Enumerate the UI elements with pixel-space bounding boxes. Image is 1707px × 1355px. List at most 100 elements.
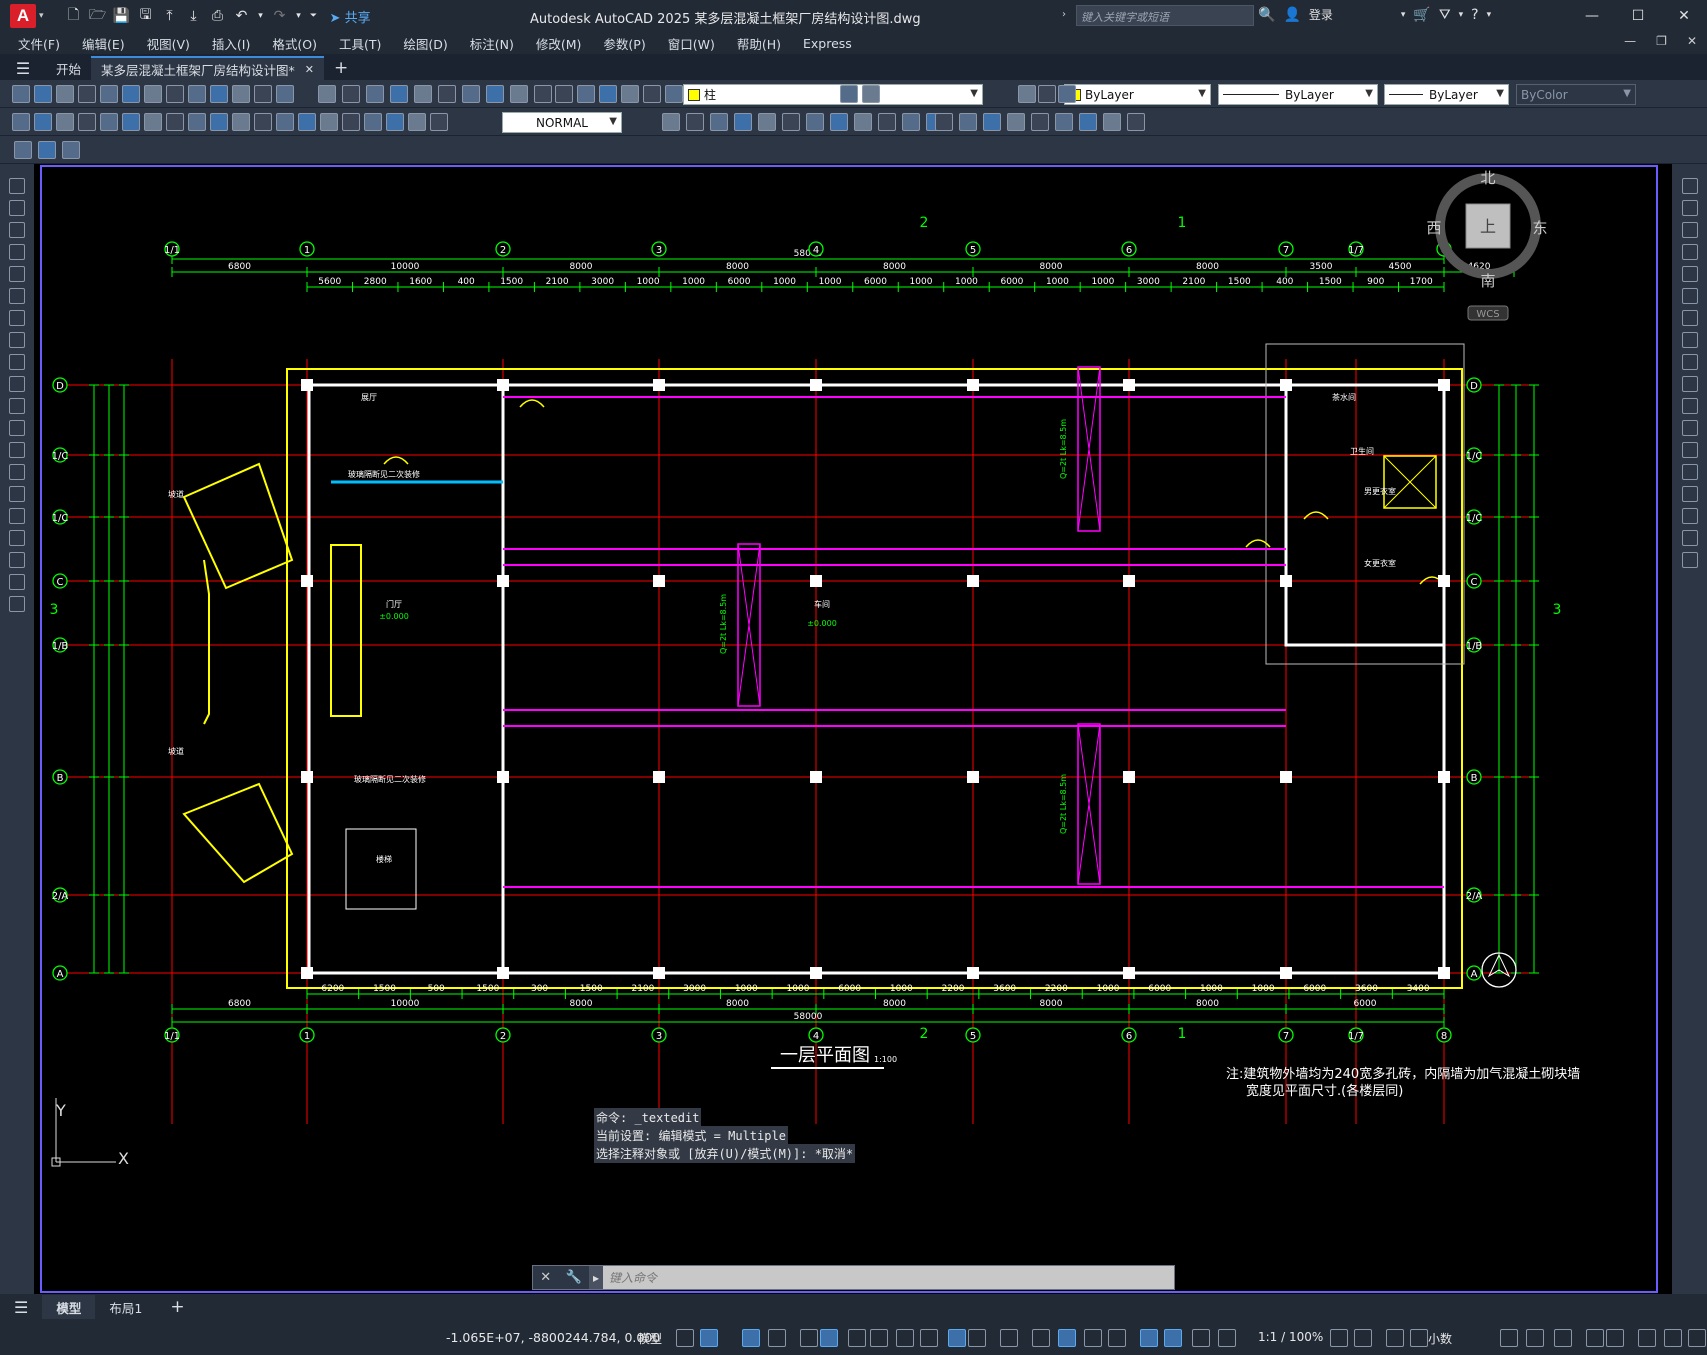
plotstyle-dropdown[interactable]: ByColor ▼ [1516, 84, 1636, 105]
toolbar-tool-icon[interactable] [14, 141, 32, 159]
palette-tool-icon[interactable] [9, 354, 25, 370]
tab-close-icon[interactable]: ✕ [305, 63, 314, 76]
toolbar-tool-icon[interactable] [1058, 85, 1076, 103]
menu-item-4[interactable]: 格式(O) [272, 34, 317, 53]
palette-tool-icon[interactable] [1682, 200, 1698, 216]
menu-item-5[interactable]: 工具(T) [339, 34, 381, 53]
toolbar-tool-icon[interactable] [408, 113, 426, 131]
status-toggle-icon[interactable] [1032, 1329, 1050, 1347]
status-toggle-icon[interactable] [1000, 1329, 1018, 1347]
status-toggle-icon[interactable] [948, 1329, 966, 1347]
toolbar-tool-icon[interactable] [662, 113, 680, 131]
toolbar-tool-icon[interactable] [386, 113, 404, 131]
app-menu-chevron-icon[interactable]: ▾ [39, 11, 44, 21]
minimize-icon[interactable]: — [1569, 0, 1615, 32]
login-link[interactable]: 登录 [1309, 6, 1333, 23]
status-toggle-icon[interactable] [1606, 1329, 1624, 1347]
doc-restore-icon[interactable]: ❐ [1656, 34, 1667, 48]
palette-tool-icon[interactable] [1682, 244, 1698, 260]
status-toggle-icon[interactable] [1084, 1329, 1102, 1347]
toolbar-tool-icon[interactable] [12, 85, 30, 103]
toolbar-tool-icon[interactable] [414, 85, 432, 103]
toolbar-tool-icon[interactable] [806, 113, 824, 131]
status-toggle-icon[interactable] [1664, 1329, 1682, 1347]
autocad-logo[interactable]: A [10, 4, 36, 28]
palette-tool-icon[interactable] [9, 178, 25, 194]
save-icon[interactable]: 💾 [112, 6, 132, 26]
drawing-canvas[interactable]: 58000 6800 10000 8000 8000 8000 8000 8000 3500 45… [34, 164, 1672, 1294]
coordinate-readout[interactable]: -1.065E+07, -8800244.784, 0.000 [446, 1330, 660, 1345]
toolbar-tool-icon[interactable] [599, 85, 617, 103]
palette-tool-icon[interactable] [1682, 420, 1698, 436]
status-toggle-icon[interactable] [1386, 1329, 1404, 1347]
toolbar-tool-icon[interactable] [254, 113, 272, 131]
menu-item-8[interactable]: 修改(M) [536, 34, 582, 53]
toolbar-tool-icon[interactable] [364, 113, 382, 131]
app-dropdown-icon[interactable]: ▾ [1459, 10, 1464, 20]
model-space-button[interactable]: 模型 [638, 1330, 662, 1347]
toolbar-tool-icon[interactable] [318, 85, 336, 103]
palette-tool-icon[interactable] [1682, 222, 1698, 238]
toolbar-tool-icon[interactable] [1018, 85, 1036, 103]
palette-tool-icon[interactable] [9, 420, 25, 436]
palette-tool-icon[interactable] [1682, 376, 1698, 392]
status-toggle-icon[interactable] [1554, 1329, 1572, 1347]
status-toggle-icon[interactable] [742, 1329, 760, 1347]
menu-item-7[interactable]: 标注(N) [470, 34, 514, 53]
toolbar-tool-icon[interactable] [686, 113, 704, 131]
palette-tool-icon[interactable] [9, 574, 25, 590]
palette-tool-icon[interactable] [1682, 288, 1698, 304]
tab-layout1[interactable]: 布局1 [95, 1295, 156, 1319]
linetype-dropdown[interactable]: ByLayer ▼ [1218, 84, 1378, 105]
lineweight-dropdown[interactable]: ByLayer ▼ [1384, 84, 1509, 105]
toolbar-tool-icon[interactable] [665, 85, 683, 103]
print-icon[interactable]: ⎙ [208, 6, 228, 26]
toolbar-tool-icon[interactable] [534, 85, 552, 103]
new-file-icon[interactable]: 🗋 [64, 6, 84, 26]
toolbar-tool-icon[interactable] [122, 85, 140, 103]
status-toggle-icon[interactable] [1500, 1329, 1518, 1347]
annotation-scale[interactable]: 1:1 / 100% [1258, 1330, 1323, 1344]
palette-tool-icon[interactable] [1682, 442, 1698, 458]
menu-item-3[interactable]: 插入(I) [212, 34, 250, 53]
menu-item-10[interactable]: 窗口(W) [668, 34, 715, 53]
redo-icon[interactable]: ↷ [270, 6, 290, 26]
toolbar-tool-icon[interactable] [1038, 85, 1056, 103]
palette-tool-icon[interactable] [9, 200, 25, 216]
menu-item-2[interactable]: 视图(V) [147, 34, 190, 53]
status-toggle-icon[interactable] [676, 1329, 694, 1347]
status-toggle-icon[interactable] [1218, 1329, 1236, 1347]
compass-south[interactable]: 南 [1480, 272, 1495, 290]
toolbar-tool-icon[interactable] [1055, 113, 1073, 131]
status-toggle-icon[interactable] [1354, 1329, 1372, 1347]
maximize-icon[interactable]: ☐ [1615, 0, 1661, 32]
undo-dropdown-icon[interactable]: ▾ [256, 6, 266, 26]
compass-west[interactable]: 西 [1426, 219, 1441, 237]
palette-tool-icon[interactable] [9, 552, 25, 568]
toolbar-tool-icon[interactable] [782, 113, 800, 131]
toolbar-tool-icon[interactable] [390, 85, 408, 103]
save-web-icon[interactable]: ⤓ [184, 6, 204, 26]
undo-icon[interactable]: ↶ [232, 6, 252, 26]
palette-tool-icon[interactable] [1682, 310, 1698, 326]
toolbar-tool-icon[interactable] [78, 85, 96, 103]
status-toggle-icon[interactable] [1164, 1329, 1182, 1347]
text-style-dropdown[interactable]: NORMAL ▼ [502, 112, 622, 133]
palette-tool-icon[interactable] [1682, 486, 1698, 502]
palette-tool-icon[interactable] [1682, 530, 1698, 546]
search-icon[interactable]: 🔍 [1258, 7, 1275, 23]
status-toggle-icon[interactable] [1526, 1329, 1544, 1347]
toolbar-tool-icon[interactable] [232, 113, 250, 131]
toolbar-tool-icon[interactable] [276, 85, 294, 103]
compass-north[interactable]: 北 [1480, 169, 1495, 187]
layout-menu-icon[interactable]: ☰ [0, 1295, 42, 1319]
open-web-icon[interactable]: ⤒ [160, 6, 180, 26]
customize-qa-icon[interactable]: ⏷ [308, 6, 320, 26]
command-input[interactable]: 键入命令 [603, 1266, 1174, 1289]
toolbar-tool-icon[interactable] [210, 113, 228, 131]
toolbar-tool-icon[interactable] [1007, 113, 1025, 131]
toolbar-tool-icon[interactable] [34, 85, 52, 103]
palette-tool-icon[interactable] [9, 508, 25, 524]
status-toggle-icon[interactable] [920, 1329, 938, 1347]
status-toggle-icon[interactable] [1108, 1329, 1126, 1347]
